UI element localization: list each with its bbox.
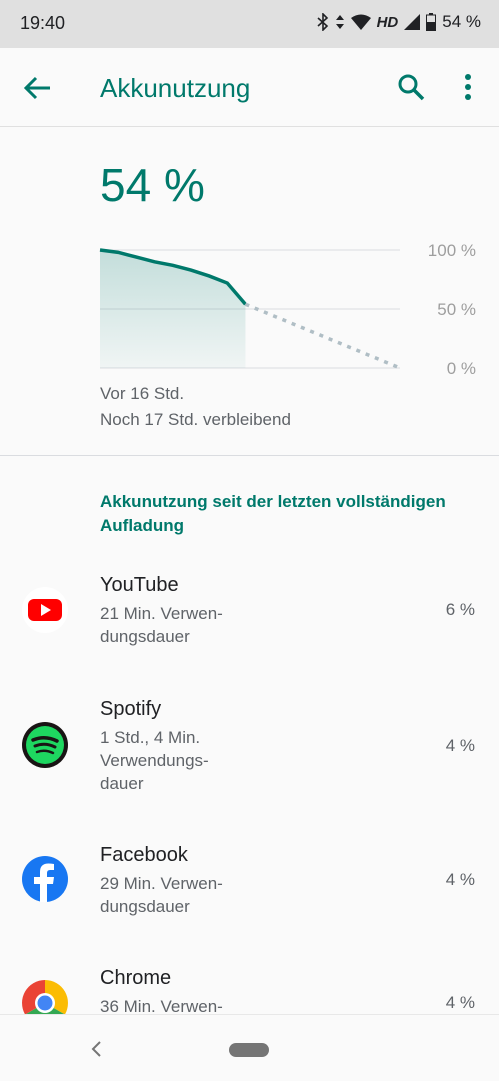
chart-remaining-label: Noch 17 Std. verbleibend [100, 410, 291, 429]
cell-signal-icon [404, 14, 421, 30]
more-vert-icon[interactable] [458, 72, 478, 102]
app-usage-time: 1 Std., 4 Min. Verwendungs-dauer [100, 728, 209, 793]
navigation-bar [0, 1014, 499, 1081]
status-bar: 19:40 HD 54 % [0, 0, 499, 48]
status-time: 19:40 [20, 13, 66, 33]
list-item-facebook[interactable]: Facebook 29 Min. Verwen-dungsdauer 4 % [0, 844, 499, 934]
chart-y-ticks: 100 % 50 % 0 % [428, 241, 476, 376]
chart-y-tick-label: 50 % [437, 300, 476, 319]
wifi-icon [350, 14, 371, 30]
list-item-spotify[interactable]: Spotify 1 Std., 4 Min. Verwendungs-dauer… [0, 698, 499, 808]
battery-icon [426, 13, 437, 31]
data-activity-icon [335, 13, 345, 31]
app-name: Spotify [100, 698, 162, 720]
battery-level: 54 % [100, 159, 205, 211]
youtube-icon [22, 587, 68, 633]
chart-start-label: Vor 16 Std. [100, 384, 185, 403]
app-name: YouTube [100, 574, 179, 596]
app-name: Facebook [100, 844, 188, 866]
chart-area [100, 250, 246, 368]
search-icon[interactable] [396, 72, 426, 102]
status-icons: HD 54 % [317, 12, 481, 32]
hd-indicator: HD [376, 13, 399, 31]
nav-back-icon[interactable] [88, 1039, 104, 1059]
app-percent: 4 % [445, 736, 475, 755]
usage-section-title: Akkunutzung seit der letzten vollständig… [100, 492, 446, 535]
chrome-icon [22, 980, 68, 1014]
chart-y-tick-label: 100 % [428, 241, 476, 260]
app-percent: 4 % [445, 993, 475, 1012]
app-usage-time: 21 Min. Verwen-dungsdauer [100, 604, 223, 646]
app-percent: 4 % [445, 870, 475, 889]
app-name: Chrome [100, 967, 172, 989]
divider [0, 455, 499, 456]
app-bar: Akkunutzung [0, 48, 499, 127]
page-title: Akkunutzung [100, 73, 251, 103]
facebook-icon [22, 856, 68, 902]
list-item-youtube[interactable]: YouTube 21 Min. Verwen-dungsdauer 6 % [0, 574, 499, 664]
app-usage-time: 29 Min. Verwen-dungsdauer [100, 874, 223, 916]
battery-chart: 100 % 50 % 0 % [99, 241, 476, 376]
app-percent: 6 % [445, 600, 475, 619]
app-usage-time: 36 Min. Verwen- [100, 997, 223, 1014]
chart-y-tick-label: 0 % [447, 359, 476, 376]
spotify-icon [22, 722, 68, 768]
list-item-chrome[interactable]: Chrome 36 Min. Verwen- 4 % [0, 967, 499, 1014]
chart-projection-series [244, 302, 401, 370]
bluetooth-icon [317, 13, 329, 31]
arrow-back-icon[interactable] [22, 74, 54, 102]
home-pill-icon[interactable] [229, 1043, 269, 1057]
battery-percent: 54 % [442, 12, 481, 31]
